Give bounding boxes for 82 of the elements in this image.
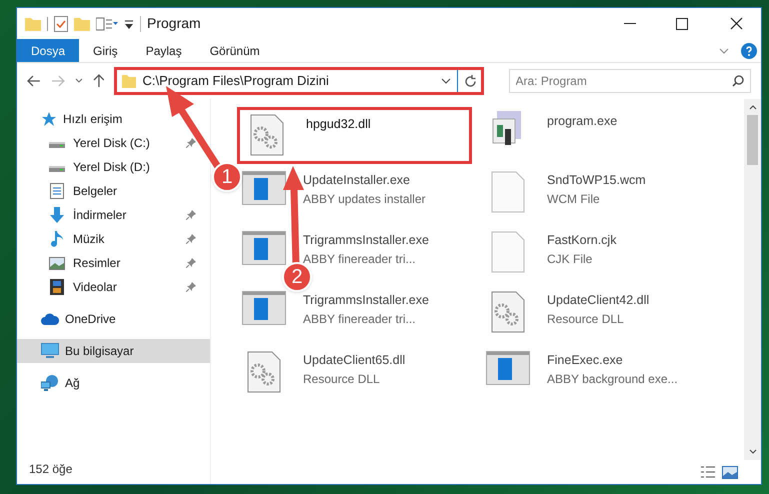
file-name[interactable]: TrigrammsInstaller.exe — [303, 291, 429, 310]
file-name[interactable]: program.exe — [547, 112, 618, 131]
item-count: 152 öğe — [28, 461, 74, 478]
nav-item[interactable]: Yerel Disk (C:) — [17, 131, 210, 155]
file-name[interactable]: UpdateClient65.dll — [303, 351, 406, 370]
file-description: WCM File — [547, 190, 601, 208]
cloud-icon — [41, 313, 59, 325]
blank-file-icon — [491, 231, 525, 273]
view-options-icon[interactable] — [96, 16, 118, 30]
dropdown-caret-icon[interactable] — [124, 18, 134, 30]
music-note-icon — [51, 231, 63, 247]
file-description: Resource DLL — [303, 370, 381, 388]
nav-item[interactable]: Ağ — [17, 371, 210, 395]
ribbon-tab[interactable]: Dosya — [17, 39, 80, 62]
details-view-icon[interactable] — [700, 465, 716, 479]
nav-item[interactable]: OneDrive — [17, 307, 210, 331]
pin-icon[interactable] — [186, 210, 196, 220]
recent-caret-icon[interactable] — [74, 78, 83, 84]
ribbon-tab[interactable]: Paylaş — [132, 39, 196, 62]
file-name[interactable]: SndToWP15.wcm — [547, 171, 646, 190]
help-icon[interactable] — [741, 42, 757, 58]
scrollbar[interactable] — [744, 99, 761, 460]
scroll-thumb[interactable] — [747, 115, 758, 165]
document-icon — [50, 183, 64, 199]
application-window-icon — [242, 291, 286, 325]
pin-icon[interactable] — [186, 234, 196, 244]
gear-file-icon — [250, 114, 284, 156]
file-name[interactable]: TrigrammsInstaller.exe — [303, 231, 429, 250]
file-description: ABBY updates installer — [303, 190, 426, 208]
address-bar[interactable]: C:\Program Files\Program Dizini — [114, 67, 484, 95]
file-description: ABBY background exe... — [547, 370, 678, 388]
pin-icon[interactable] — [186, 258, 196, 268]
properties-check-icon[interactable] — [54, 16, 68, 32]
pin-icon[interactable] — [186, 138, 196, 148]
window-title: Program — [147, 14, 201, 33]
nav-item[interactable]: Yerel Disk (D:) — [17, 155, 210, 179]
close-icon[interactable] — [730, 17, 743, 30]
gear-file-icon — [491, 291, 525, 333]
nav-item[interactable]: Bu bilgisayar — [17, 339, 210, 363]
application-window-icon — [242, 171, 286, 205]
gear-file-icon — [247, 351, 281, 393]
file-description: Resource DLL — [547, 310, 625, 328]
file-name[interactable]: hpgud32.dll — [306, 115, 371, 134]
file-description: ABBY finereader tri... — [303, 310, 416, 328]
folder-icon — [122, 74, 136, 88]
maximize-icon[interactable] — [676, 18, 688, 30]
application-window-icon — [486, 351, 530, 385]
nav-item[interactable]: Resimler — [17, 251, 210, 275]
blank-file-icon — [491, 171, 525, 213]
refresh-icon[interactable] — [464, 74, 477, 88]
address-path: C:\Program Files\Program Dizini — [142, 72, 329, 90]
download-arrow-icon — [49, 207, 65, 223]
large-icons-view-icon[interactable] — [722, 466, 738, 478]
ribbon-tab[interactable]: Giriş — [79, 39, 132, 62]
search-input[interactable]: Ara: Program — [516, 72, 732, 90]
nav-item[interactable]: Müzik — [17, 227, 210, 251]
nav-item[interactable]: Videolar — [17, 275, 210, 299]
file-name[interactable]: UpdateInstaller.exe — [303, 171, 426, 190]
file-name[interactable]: FastKorn.cjk — [547, 231, 616, 250]
scroll-up-icon[interactable] — [748, 105, 756, 110]
scroll-down-icon[interactable] — [748, 449, 756, 454]
minimize-icon[interactable] — [624, 22, 636, 24]
nav-item[interactable]: Hızlı erişim — [17, 107, 210, 131]
pin-icon[interactable] — [186, 282, 196, 292]
ribbon-tab[interactable]: Görünüm — [196, 39, 274, 62]
expand-ribbon-icon[interactable] — [719, 48, 729, 54]
back-arrow-icon[interactable] — [27, 75, 41, 87]
nav-item[interactable]: Belgeler — [17, 179, 210, 203]
file-description: CJK File — [547, 250, 594, 268]
application-window-icon — [242, 231, 286, 265]
monitor-icon — [41, 343, 59, 359]
file-name[interactable]: FineExec.exe — [547, 351, 678, 370]
search-icon[interactable] — [732, 75, 744, 87]
nav-item[interactable]: İndirmeler — [17, 203, 210, 227]
search-field[interactable]: Ara: Program — [508, 69, 751, 93]
address-dropdown-icon[interactable] — [440, 78, 451, 84]
star-icon — [41, 111, 57, 127]
image-icon — [49, 256, 65, 270]
up-arrow-icon[interactable] — [92, 74, 104, 88]
film-icon — [50, 279, 64, 295]
network-icon — [41, 375, 59, 391]
file-name[interactable]: UpdateClient42.dll — [547, 291, 650, 310]
